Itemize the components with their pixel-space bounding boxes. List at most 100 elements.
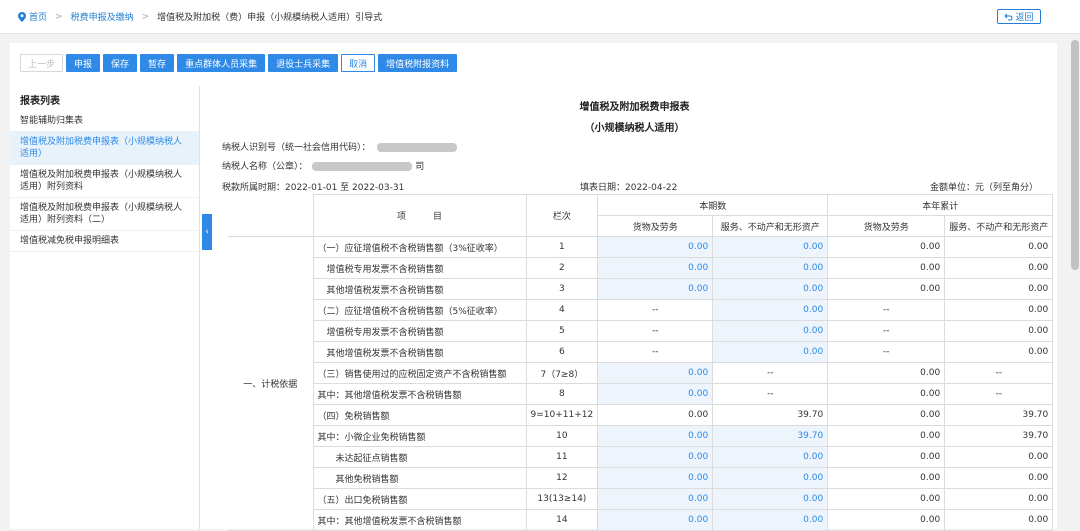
cancel-button[interactable]: 取消 <box>341 54 376 72</box>
taxpayer-name-redacted <box>312 162 413 171</box>
amount-input-cell[interactable]: 0.00 <box>597 467 714 489</box>
table-row: （三）销售使用过的应税固定资产不含税销售额 7（7≥8） 0.00 -- 0.00 -- <box>228 362 1054 384</box>
row-col-number: 1 <box>525 236 599 258</box>
sidebar-item-exemption-detail[interactable]: 增值税减免税申报明细表 <box>10 231 199 252</box>
taxpayer-id-redacted <box>377 143 458 152</box>
amount-cell: 0.00 <box>944 236 1054 258</box>
amount-input-cell[interactable]: 0.00 <box>597 257 714 279</box>
amount-input-cell[interactable]: 0.00 <box>712 320 829 342</box>
amount-cell: 0.00 <box>944 509 1054 531</box>
row-col-number: 4 <box>525 299 599 321</box>
row-item-label: （一）应征增值税不含税销售额（3%征收率） <box>312 236 527 258</box>
amount-cell: -- <box>597 341 714 363</box>
row-col-number: 10 <box>525 425 599 447</box>
header-current-period: 本期数 <box>597 194 829 216</box>
row-col-number: 13(13≥14) <box>525 488 599 510</box>
table-row: 其他增值税发票不含税销售额 3 0.00 0.00 0.00 0.00 <box>228 278 1054 300</box>
amount-cell: 0.00 <box>944 257 1054 279</box>
fill-date: 填表日期：2022-04-22 <box>580 183 678 193</box>
declaration-table: 项 目 栏次 本期数 本年累计 货物及劳务 服务、不动产和无形资产 货物及劳务 … <box>228 194 1054 531</box>
back-button-label: 返回 <box>1015 13 1034 23</box>
breadcrumb-section[interactable]: 税费申报及缴纳 <box>71 10 134 23</box>
save-button[interactable]: 保存 <box>103 54 138 72</box>
location-pin-icon <box>18 11 26 22</box>
header-goods-ytd: 货物及劳务 <box>827 215 946 237</box>
top-bar: 首页 > 税费申报及缴纳 > 增值税及附加税（费）申报（小规模纳税人适用）引导式… <box>0 0 1080 34</box>
toolbar: 上一步 申报 保存 暂存 重点群体人员采集 退役士兵采集 取消 增值税附报资料 <box>10 43 460 83</box>
row-col-number: 8 <box>525 383 599 405</box>
sidebar-item-attachment-2[interactable]: 增值税及附加税费申报表（小规模纳税人适用）附列资料（二） <box>10 198 199 231</box>
amount-input-cell[interactable]: 0.00 <box>597 425 714 447</box>
amount-cell: -- <box>827 341 946 363</box>
amount-input-cell[interactable]: 0.00 <box>712 341 829 363</box>
table-header-row: 项 目 栏次 本期数 本年累计 <box>228 194 1054 237</box>
table-row: 其他免税销售额 12 0.00 0.00 0.00 0.00 <box>228 467 1054 489</box>
breadcrumb-separator: > <box>141 11 150 22</box>
amount-cell: -- <box>827 299 946 321</box>
amount-input-cell[interactable]: 39.70 <box>712 425 829 447</box>
row-col-number: 5 <box>525 320 599 342</box>
back-arrow-icon <box>1004 13 1013 20</box>
amount-input-cell[interactable]: 0.00 <box>597 236 714 258</box>
form-title: 增值税及附加税费申报表 <box>579 102 690 113</box>
amount-input-cell[interactable]: 0.00 <box>712 236 829 258</box>
amount-input-cell[interactable]: 0.00 <box>597 488 714 510</box>
row-item-label: 其中：其他增值税发票不含税销售额 <box>312 509 527 531</box>
amount-cell: 39.70 <box>944 404 1054 426</box>
row-item-label: 其他增值税发票不含税销售额 <box>312 278 527 300</box>
header-year-total: 本年累计 <box>827 194 1054 216</box>
amount-input-cell[interactable]: 0.00 <box>712 509 829 531</box>
amount-cell: 0.00 <box>944 278 1054 300</box>
attach-info-button[interactable]: 增值税附报资料 <box>378 54 458 72</box>
amount-input-cell[interactable]: 0.00 <box>712 278 829 300</box>
amount-input-cell[interactable]: 0.00 <box>712 257 829 279</box>
amount-cell: -- <box>597 299 714 321</box>
amount-input-cell[interactable]: 0.00 <box>597 383 714 405</box>
header-item: 项 目 <box>312 194 527 237</box>
amount-cell: -- <box>944 383 1054 405</box>
amount-input-cell[interactable]: 0.00 <box>712 488 829 510</box>
sidebar-item-smart-summary[interactable]: 智能辅助归集表 <box>10 111 199 132</box>
amount-input-cell[interactable]: 0.00 <box>597 509 714 531</box>
breadcrumb: 首页 > 税费申报及缴纳 > 增值税及附加税（费）申报（小规模纳税人适用）引导式 <box>18 10 382 23</box>
sidebar-item-main-form[interactable]: 增值税及附加税费申报表（小规模纳税人适用） <box>10 132 199 165</box>
sidebar-item-attachment[interactable]: 增值税及附加税费申报表（小规模纳税人适用）附列资料 <box>10 165 199 198</box>
table-row: （四）免税销售额 9=10+11+12 0.00 39.70 0.00 39.70 <box>228 404 1054 426</box>
amount-unit: 金额单位：元（列至角分） <box>930 183 1039 193</box>
amount-input-cell[interactable]: 0.00 <box>597 362 714 384</box>
breadcrumb-home[interactable]: 首页 <box>18 10 47 23</box>
row-item-label: 其他增值税发票不含税销售额 <box>312 341 527 363</box>
table-row: 增值税专用发票不含税销售额 2 0.00 0.00 0.00 0.00 <box>228 257 1054 279</box>
declare-button[interactable]: 申报 <box>66 54 101 72</box>
amount-cell: 0.00 <box>827 383 946 405</box>
key-group-collect-button[interactable]: 重点群体人员采集 <box>177 54 266 72</box>
amount-input-cell[interactable]: 0.00 <box>597 446 714 468</box>
veteran-collect-button[interactable]: 退役士兵采集 <box>268 54 339 72</box>
row-item-label: （五）出口免税销售额 <box>312 488 527 510</box>
amount-cell: 0.00 <box>827 467 946 489</box>
amount-input-cell[interactable]: 0.00 <box>712 299 829 321</box>
back-button[interactable]: 返回 <box>997 9 1041 24</box>
taxpayer-id-label: 纳税人识别号（统一社会信用代码）： <box>222 143 371 153</box>
hold-button[interactable]: 暂存 <box>140 54 175 72</box>
taxpayer-name-label: 纳税人名称（公章）： <box>222 162 308 172</box>
row-col-number: 6 <box>525 341 599 363</box>
header-blank <box>228 194 314 237</box>
row-col-number: 7（7≥8） <box>525 362 599 384</box>
table-row: 其中：其他增值税发票不含税销售额 14 0.00 0.00 0.00 0.00 <box>228 509 1054 531</box>
table-row: 增值税专用发票不含税销售额 5 -- 0.00 -- 0.00 <box>228 320 1054 342</box>
breadcrumb-home-label: 首页 <box>29 13 48 23</box>
page-scrollbar-thumb[interactable] <box>1071 40 1079 270</box>
breadcrumb-separator: > <box>55 11 63 22</box>
amount-input-cell[interactable]: 0.00 <box>712 446 829 468</box>
row-item-label: 其中：小微企业免税销售额 <box>312 425 527 447</box>
prev-step-button[interactable]: 上一步 <box>20 54 64 72</box>
amount-input-cell[interactable]: 0.00 <box>597 278 714 300</box>
header-services: 服务、不动产和无形资产 <box>712 215 829 237</box>
row-item-label: 其中：其他增值税发票不含税销售额 <box>312 383 527 405</box>
sidebar-collapse-toggle[interactable]: ‹ <box>202 214 212 250</box>
taxpayer-name-row: 纳税人名称（公章）： 司 <box>222 159 424 172</box>
amount-input-cell[interactable]: 0.00 <box>712 467 829 489</box>
table-row: 未达起征点销售额 11 0.00 0.00 0.00 0.00 <box>228 446 1054 468</box>
amount-cell: 0.00 <box>827 446 946 468</box>
